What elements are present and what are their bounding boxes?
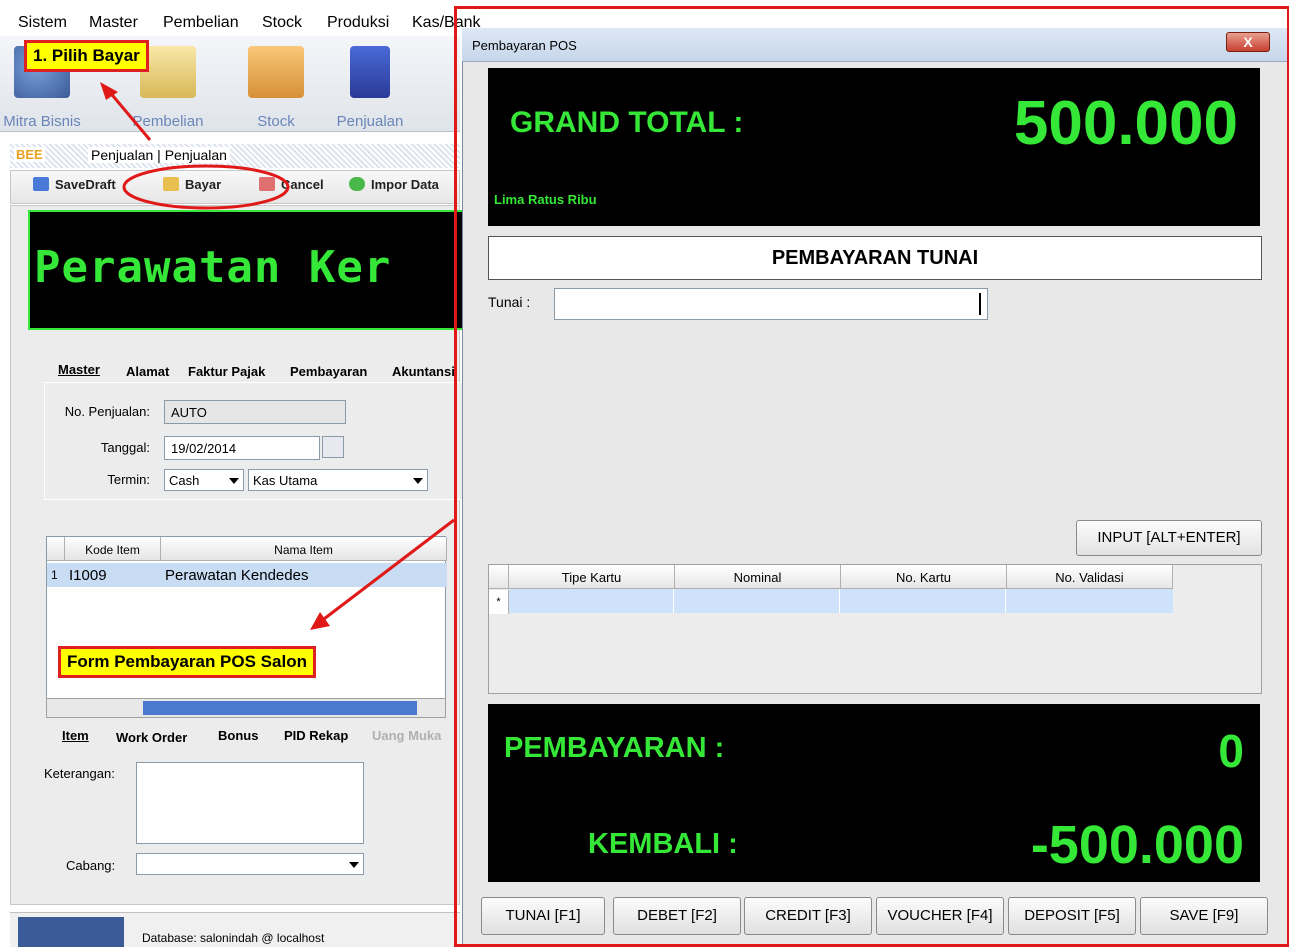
annotation-overlay (100, 82, 455, 630)
highlight-frame (454, 6, 1289, 947)
callout-form-pembayaran: Form Pembayaran POS Salon (58, 646, 316, 678)
arrow-line (319, 518, 455, 624)
callout-pilih-bayar: 1. Pilih Bayar (24, 40, 149, 72)
bayar-highlight-ellipse (122, 164, 290, 210)
arrow-line (106, 89, 152, 141)
arrow-head (310, 612, 330, 630)
